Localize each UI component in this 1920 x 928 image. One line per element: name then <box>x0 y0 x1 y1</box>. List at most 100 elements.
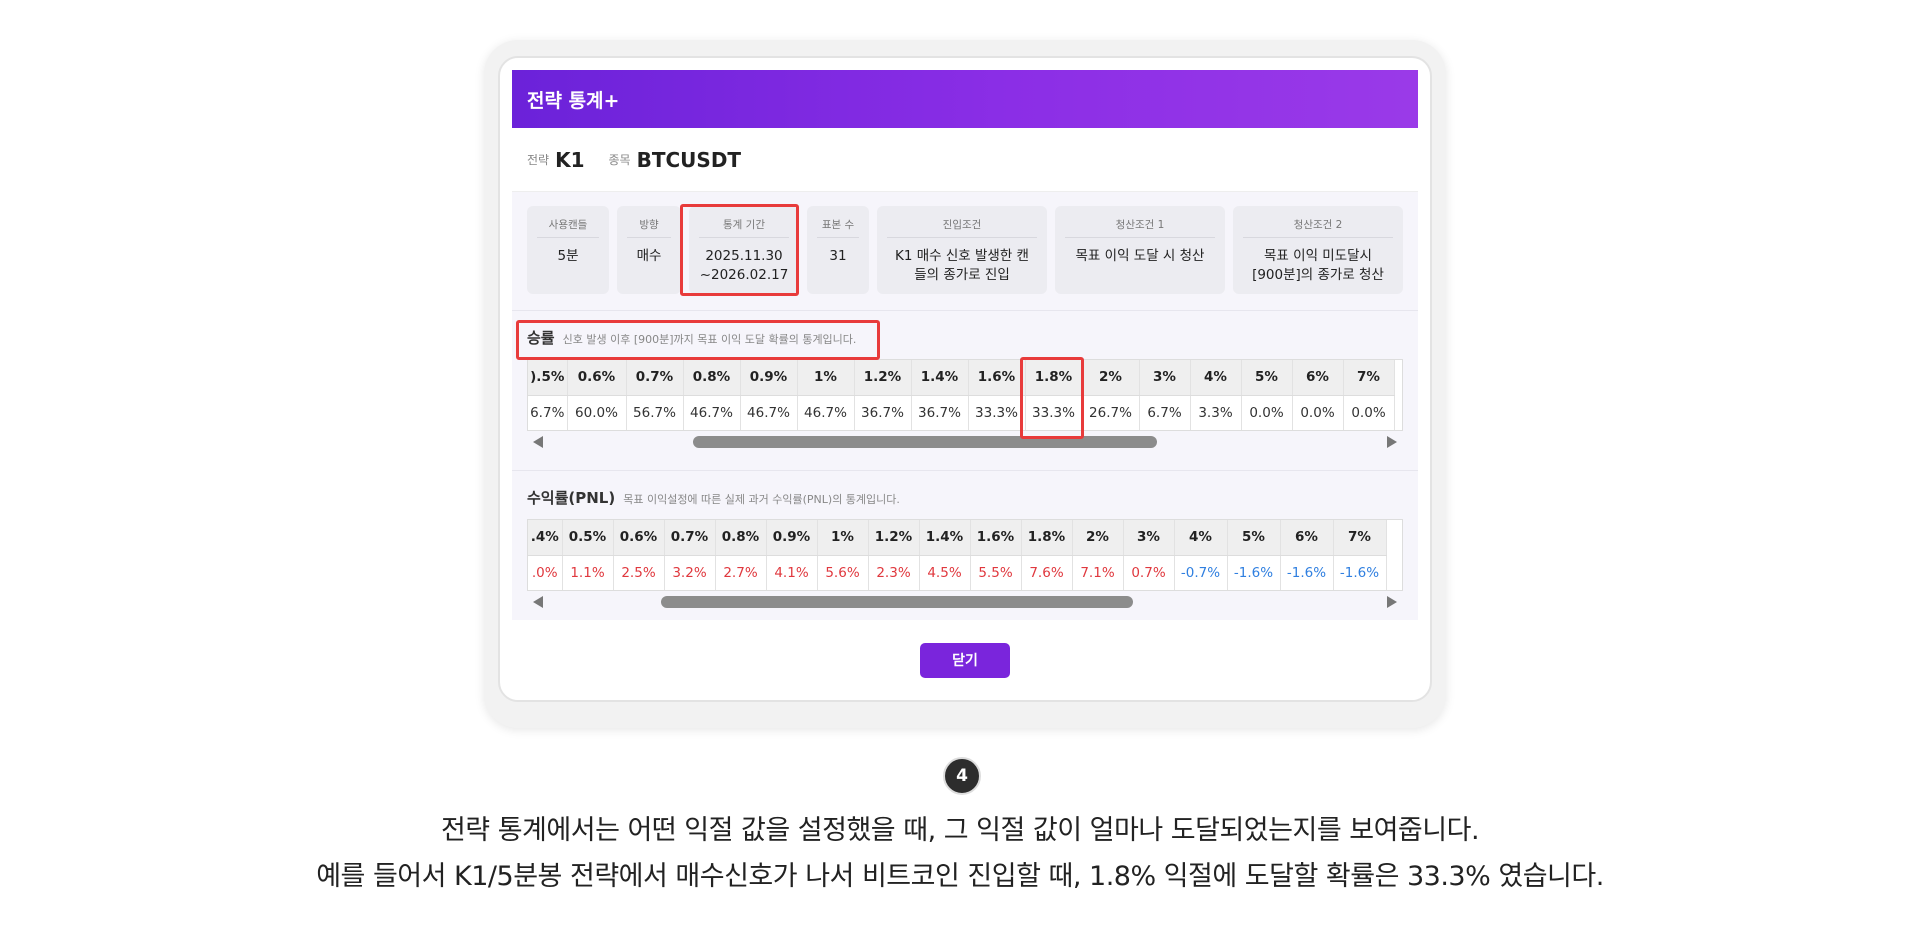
strategy-key: 전략 <box>527 153 550 167</box>
step-number-badge: 4 <box>943 757 981 795</box>
winrate-header-cell: 1% <box>797 360 855 396</box>
winrate-header-cell: 1.8% <box>1025 360 1083 396</box>
pnl-value-cell: -1.6% <box>1333 555 1387 590</box>
info-label: 청산조건 2 <box>1243 217 1393 238</box>
pnl-value-cell: 2.3% <box>868 555 920 590</box>
winrate-value-cell: 33.3% <box>1025 395 1083 430</box>
info-value: 목표 이익 도달 시 청산 <box>1075 248 1205 264</box>
pnl-header-cell: 1.4% <box>919 520 971 556</box>
scroll-left-icon[interactable] <box>533 596 543 608</box>
pnl-value-cell: 2.7% <box>715 555 767 590</box>
info-label: 사용캔들 <box>537 217 599 238</box>
info-label: 청산조건 1 <box>1065 217 1215 238</box>
winrate-value-cell: 0.0% <box>1241 395 1293 430</box>
pnl-header-cell: 5% <box>1227 520 1281 556</box>
winrate-scrollbar[interactable] <box>527 431 1403 451</box>
info-box-entry: 진입조건 K1 매수 신호 발생한 캔 들의 종가로 진입 <box>877 206 1047 294</box>
pnl-value-cell: 4.1% <box>766 555 818 590</box>
pnl-header-cell: 6% <box>1280 520 1334 556</box>
winrate-header-cell: 1.2% <box>854 360 912 396</box>
pnl-value-cell: 5.6% <box>817 555 869 590</box>
winrate-value-cell: 26.7% <box>1082 395 1140 430</box>
pnl-header-cell: 7% <box>1333 520 1387 556</box>
symbol-key: 종목 <box>608 153 631 167</box>
pnl-table: .4% 0.5% 0.6% 0.7% 0.8% 0.9% 1% 1.2% 1.4% 1.6% 1.8… <box>527 519 1403 591</box>
pnl-title-row: 수익률(PNL) 목표 이익설정에 따른 실제 과거 수익률(PNL)의 통계입… <box>527 487 1403 507</box>
winrate-header-cell: 1.6% <box>968 360 1026 396</box>
pnl-header-cell: 2% <box>1072 520 1124 556</box>
winrate-description: 신호 발생 이후 [900분]까지 목표 이익 도달 확률의 통계입니다. <box>562 333 857 346</box>
pnl-value-cell: 7.6% <box>1021 555 1073 590</box>
pnl-header-cell: 1.6% <box>970 520 1022 556</box>
winrate-header-cell: 3% <box>1139 360 1191 396</box>
pnl-scrollbar[interactable] <box>527 591 1403 611</box>
info-label: 진입조건 <box>887 217 1037 238</box>
winrate-header-cell: 5% <box>1241 360 1293 396</box>
info-label: 표본 수 <box>817 217 859 238</box>
pnl-section: 수익률(PNL) 목표 이익설정에 따른 실제 과거 수익률(PNL)의 통계입… <box>512 470 1418 620</box>
symbol-value: BTCUSDT <box>636 147 742 172</box>
modal-title: 전략 통계+ <box>527 89 620 112</box>
pnl-header-cell: 4% <box>1174 520 1228 556</box>
info-box-sample-count: 표본 수 31 <box>807 206 869 294</box>
info-box-candle: 사용캔들 5분 <box>527 206 609 294</box>
pnl-header-cell: 0.8% <box>715 520 767 556</box>
winrate-value-cell: 60.0% <box>567 395 627 430</box>
winrate-value-cell: 36.7% <box>911 395 969 430</box>
info-box-period: 통계 기간 2025.11.30 ~2026.02.17 <box>689 206 799 294</box>
pnl-header-cell: 1.8% <box>1021 520 1073 556</box>
winrate-header-cell: 0.6% <box>567 360 627 396</box>
winrate-value-cell: 46.7% <box>740 395 798 430</box>
winrate-value-cell: 0.0% <box>1343 395 1395 430</box>
winrate-value-cell: 33.3% <box>968 395 1026 430</box>
close-button[interactable]: 닫기 <box>920 642 1010 678</box>
scroll-thumb[interactable] <box>693 436 1157 448</box>
tablet-screen: 전략 통계+ 전략 K1 종목 BTCUSDT 사용캔들 5분 방향 매수 통계… <box>498 56 1432 702</box>
winrate-value-cell: 46.7% <box>797 395 855 430</box>
winrate-header-cell: 4% <box>1190 360 1242 396</box>
caption-line-1: 전략 통계에서는 어떤 익절 값을 설정했을 때, 그 익절 값이 얼마나 도달… <box>440 815 1480 846</box>
info-value: 매수 <box>636 248 662 264</box>
winrate-header-cell: 0.7% <box>626 360 684 396</box>
pnl-header-cell: .4% <box>528 520 563 556</box>
modal-header: 전략 통계+ <box>512 70 1418 128</box>
winrate-header-cell: 0.9% <box>740 360 798 396</box>
info-box-exit-1: 청산조건 1 목표 이익 도달 시 청산 <box>1055 206 1225 294</box>
scroll-thumb[interactable] <box>661 596 1133 608</box>
scroll-right-icon[interactable] <box>1387 436 1397 448</box>
pnl-header-cell: 3% <box>1123 520 1175 556</box>
meta-row: 전략 K1 종목 BTCUSDT <box>512 128 1418 192</box>
pnl-value-cell: -1.6% <box>1227 555 1281 590</box>
pnl-header-cell: 1% <box>817 520 869 556</box>
winrate-header-cell: ).5% <box>528 360 568 396</box>
strategy-value: K1 <box>555 147 585 172</box>
pnl-title: 수익률(PNL) <box>527 489 616 507</box>
pnl-description: 목표 이익설정에 따른 실제 과거 수익률(PNL)의 통계입니다. <box>623 493 900 506</box>
winrate-value-cell: 0.0% <box>1292 395 1344 430</box>
strategy-stats-modal: 전략 통계+ 전략 K1 종목 BTCUSDT 사용캔들 5분 방향 매수 통계… <box>512 70 1418 700</box>
info-box-direction: 방향 매수 <box>617 206 681 294</box>
pnl-header-cell: 0.7% <box>664 520 716 556</box>
info-value: 2025.11.30 ~2026.02.17 <box>699 248 789 283</box>
winrate-value-cell: 6.7% <box>528 395 568 430</box>
info-value: 5분 <box>557 248 579 264</box>
winrate-value-cell: 36.7% <box>854 395 912 430</box>
scroll-left-icon[interactable] <box>533 436 543 448</box>
pnl-value-cell: .0% <box>528 555 563 590</box>
modal-footer: 닫기 <box>512 620 1418 700</box>
pnl-value-cell: 5.5% <box>970 555 1022 590</box>
pnl-value-cell: 3.2% <box>664 555 716 590</box>
pnl-header-cell: 1.2% <box>868 520 920 556</box>
pnl-value-cell: 7.1% <box>1072 555 1124 590</box>
pnl-value-cell: 2.5% <box>613 555 665 590</box>
winrate-header-cell: 2% <box>1082 360 1140 396</box>
info-area: 사용캔들 5분 방향 매수 통계 기간 2025.11.30 ~2026.02.… <box>512 192 1418 310</box>
pnl-value-cell: 1.1% <box>562 555 614 590</box>
pnl-value-cell: 0.7% <box>1123 555 1175 590</box>
winrate-value-cell: 6.7% <box>1139 395 1191 430</box>
scroll-right-icon[interactable] <box>1387 596 1397 608</box>
info-label: 통계 기간 <box>699 217 789 238</box>
winrate-title-row: 승률 신호 발생 이후 [900분]까지 목표 이익 도달 확률의 통계입니다. <box>527 327 1403 347</box>
info-value: K1 매수 신호 발생한 캔 들의 종가로 진입 <box>895 248 1029 283</box>
winrate-value-cell: 3.3% <box>1190 395 1242 430</box>
